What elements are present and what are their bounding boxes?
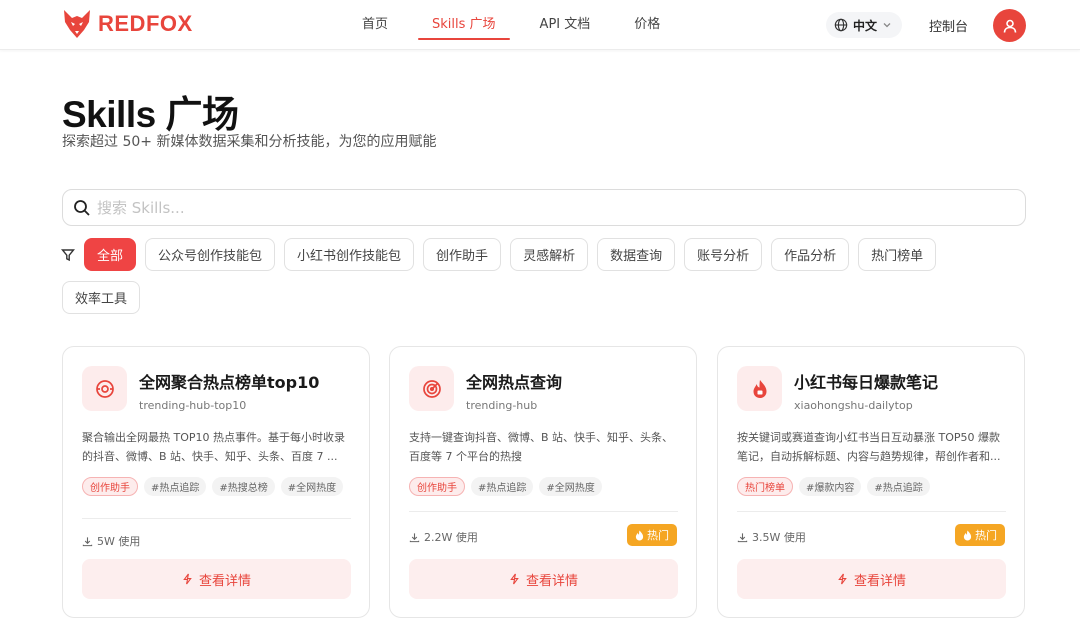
lightning-icon [510, 573, 519, 585]
nav-home[interactable]: 首页 [340, 0, 410, 50]
flame-icon [963, 530, 972, 540]
search-bar[interactable] [62, 189, 1026, 226]
download-icon [737, 532, 748, 542]
keyword-tag[interactable]: #全网热度 [539, 477, 602, 496]
category-tag[interactable]: 创作助手 [82, 477, 138, 496]
filter-chip-work-analysis[interactable]: 作品分析 [771, 238, 850, 271]
flame-icon [753, 379, 766, 398]
card-description: 支持一键查询抖音、微博、B 站、快手、知乎、头条、百度等 7 个平台的热搜 [409, 431, 674, 463]
card-divider [82, 518, 351, 519]
filter-chip-xiaohongshu-pack[interactable]: 小红书创作技能包 [284, 238, 415, 271]
download-icon [82, 536, 93, 546]
brand-logo[interactable]: REDFOX [62, 8, 193, 40]
filter-chip-efficiency-tools[interactable]: 效率工具 [62, 281, 141, 314]
keyword-tag[interactable]: #热点追踪 [471, 477, 534, 496]
hot-badge: 热门 [955, 524, 1005, 546]
skill-card[interactable]: 全网聚合热点榜单top10 trending-hub-top10 聚合输出全网最… [62, 346, 370, 618]
keyword-tag[interactable]: #热点追踪 [144, 477, 207, 496]
language-label: 中文 [853, 18, 878, 33]
view-details-label: 查看详情 [525, 573, 578, 589]
flame-icon [635, 530, 644, 540]
filter-chip-creation-assistant[interactable]: 创作助手 [423, 238, 502, 271]
card-title: 小红书每日爆款笔记 [794, 373, 939, 392]
category-tag[interactable]: 热门榜单 [737, 477, 793, 496]
usage-count: 2.2W 使用 [409, 529, 478, 545]
lightning-icon [183, 573, 192, 585]
radar-icon [95, 379, 114, 398]
card-tags: 创作助手 #热点追踪 #全网热度 [409, 477, 602, 496]
page-title: Skills 广场 [62, 94, 239, 135]
nav-api-docs[interactable]: API 文档 [518, 0, 613, 50]
nav-pricing[interactable]: 价格 [612, 0, 682, 50]
card-icon-badge [409, 366, 454, 411]
filter-icon [61, 249, 75, 262]
filter-chip-all[interactable]: 全部 [84, 238, 137, 271]
usage-count: 5W 使用 [82, 533, 140, 549]
card-title: 全网热点查询 [466, 373, 563, 392]
keyword-tag[interactable]: #爆款内容 [799, 477, 862, 496]
card-divider [737, 511, 1006, 512]
console-link[interactable]: 控制台 [929, 16, 968, 35]
card-slug: trending-hub-top10 [139, 399, 247, 412]
fox-logo-icon [64, 10, 90, 38]
download-icon [409, 532, 420, 542]
card-tags: 创作助手 #热点追踪 #热搜总榜 #全网热度 [82, 477, 344, 496]
view-details-button[interactable]: 查看详情 [409, 559, 678, 599]
card-icon-badge [737, 366, 782, 411]
search-input[interactable] [97, 198, 977, 217]
skill-card[interactable]: 全网热点查询 trending-hub 支持一键查询抖音、微博、B 站、快手、知… [389, 346, 697, 618]
top-navbar: REDFOX 首页 Skills 广场 API 文档 价格 中文 控制台 [0, 0, 1080, 50]
main-nav: 首页 Skills 广场 API 文档 价格 [340, 0, 682, 50]
hot-label: 热门 [975, 529, 997, 542]
keyword-tag[interactable]: #全网热度 [280, 477, 344, 496]
keyword-tag[interactable]: #热搜总榜 [212, 477, 275, 496]
user-icon [1003, 19, 1016, 33]
card-title: 全网聚合热点榜单top10 [139, 373, 320, 392]
view-details-button[interactable]: 查看详情 [737, 559, 1006, 599]
usage-label: 2.2W 使用 [424, 531, 478, 544]
filter-chip-wechat-pack[interactable]: 公众号创作技能包 [145, 238, 276, 271]
lightning-icon [838, 573, 847, 585]
category-tag[interactable]: 创作助手 [409, 477, 465, 496]
card-slug: xiaohongshu-dailytop [794, 399, 913, 412]
usage-label: 5W 使用 [97, 535, 141, 548]
brand-name: REDFOX [98, 11, 193, 36]
globe-icon [834, 18, 848, 32]
usage-count: 3.5W 使用 [737, 529, 806, 545]
card-divider [409, 511, 678, 512]
user-avatar[interactable] [993, 9, 1026, 42]
card-slug: trending-hub [466, 399, 538, 412]
chevron-down-icon [883, 23, 891, 28]
card-description: 聚合输出全网最热 TOP10 热点事件。基于每小时收录的抖音、微博、B 站、快手… [82, 431, 345, 463]
keyword-tag[interactable]: #热点追踪 [867, 477, 930, 496]
nav-skills[interactable]: Skills 广场 [410, 0, 518, 50]
page-subtitle: 探索超过 50+ 新媒体数据采集和分析技能，为您的应用赋能 [62, 134, 437, 150]
view-details-button[interactable]: 查看详情 [82, 559, 351, 599]
language-switcher[interactable]: 中文 [826, 12, 903, 38]
target-icon [422, 379, 441, 398]
skill-card[interactable]: 小红书每日爆款笔记 xiaohongshu-dailytop 按关键词或赛道查询… [717, 346, 1025, 618]
card-tags: 热门榜单 #爆款内容 #热点追踪 [737, 477, 930, 496]
hot-label: 热门 [647, 529, 669, 542]
category-filters: 全部 公众号创作技能包 小红书创作技能包 创作助手 灵感解析 数据查询 账号分析… [62, 238, 964, 314]
view-details-label: 查看详情 [853, 573, 906, 589]
usage-label: 3.5W 使用 [752, 531, 806, 544]
filter-chip-hot-rankings[interactable]: 热门榜单 [858, 238, 937, 271]
search-icon [74, 199, 90, 216]
filter-chip-data-query[interactable]: 数据查询 [597, 238, 676, 271]
filter-chip-account-analysis[interactable]: 账号分析 [684, 238, 763, 271]
card-icon-badge [82, 366, 127, 411]
card-description: 按关键词或赛道查询小红书当日互动暴涨 TOP50 爆款笔记，自动拆解标题、内容与… [737, 431, 1001, 463]
view-details-label: 查看详情 [198, 573, 251, 589]
filter-chip-inspiration[interactable]: 灵感解析 [510, 238, 589, 271]
hot-badge: 热门 [627, 524, 677, 546]
